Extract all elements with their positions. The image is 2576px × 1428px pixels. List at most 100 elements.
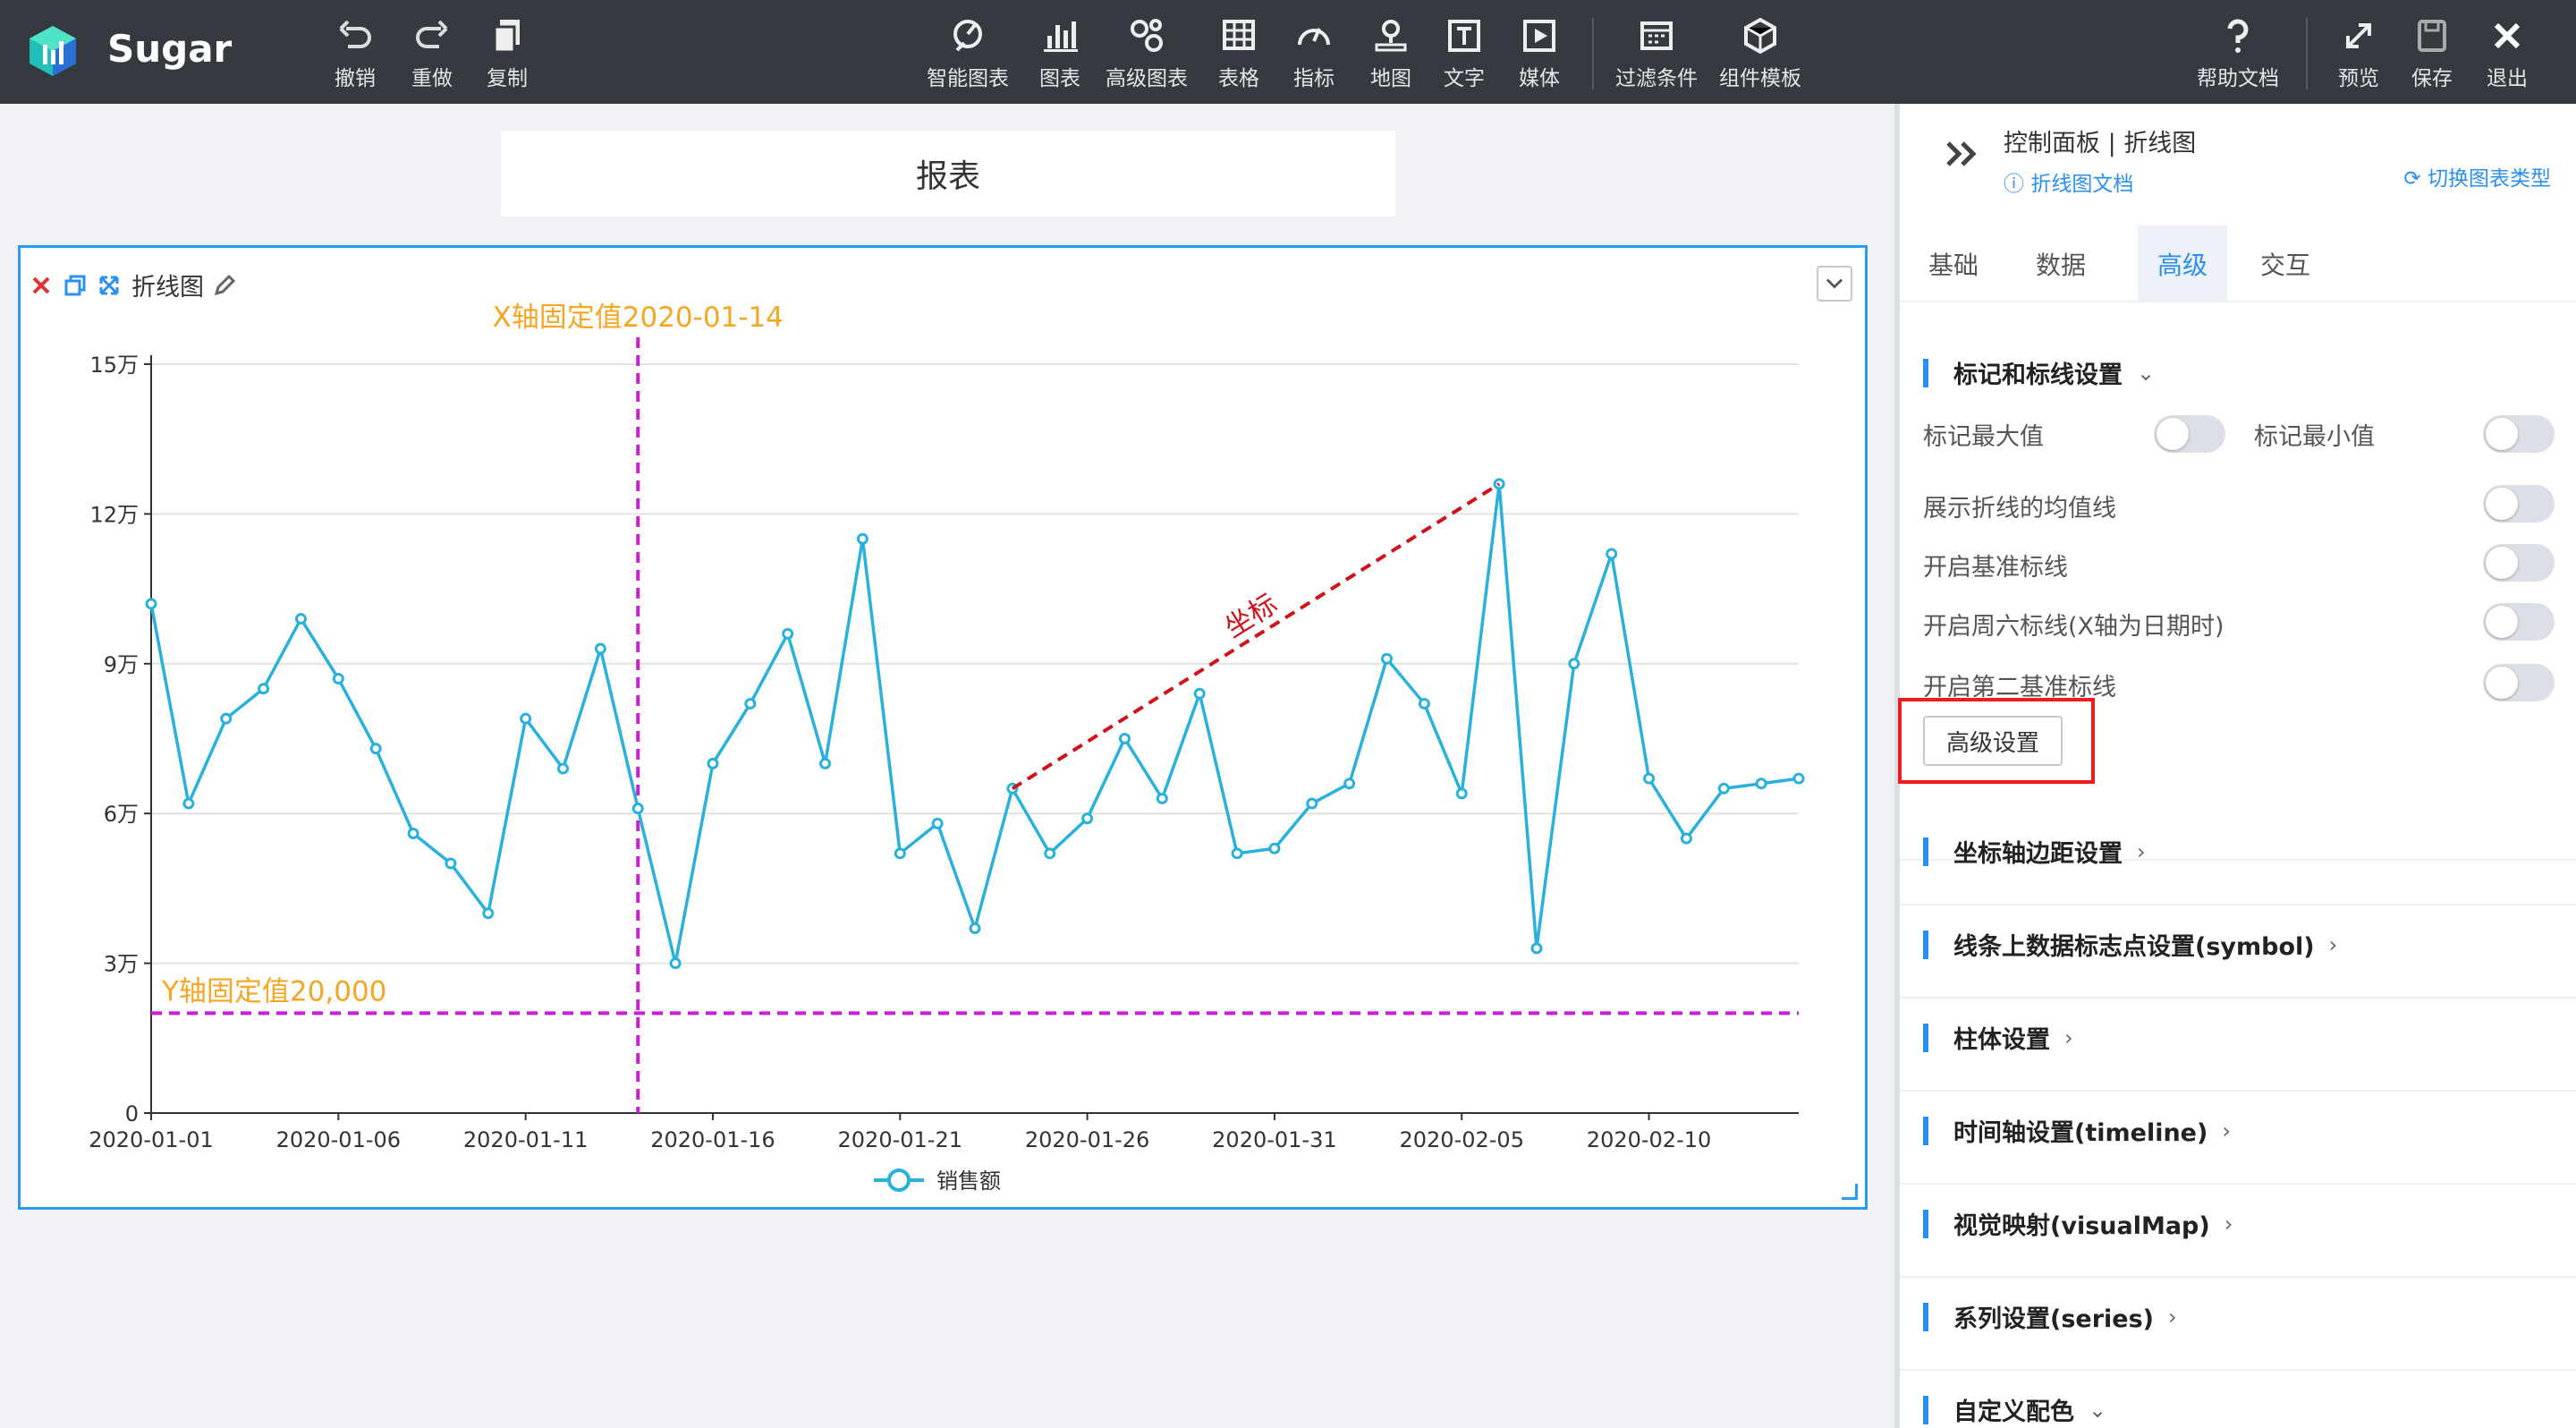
redo-button[interactable]: 重做 [411,16,453,93]
row-mark-min-label: 标记最小值 [2254,423,2375,451]
row-saturday-line-label: 开启周六标线(X轴为日期时) [1923,613,2224,641]
toolbar-divider [2306,18,2308,89]
data-point [1306,797,1318,810]
doc-link[interactable]: ⓘ 折线图文档 [2004,166,2133,197]
base-line-toggle[interactable] [2483,544,2555,582]
text-button[interactable]: 文字 [1444,16,1485,93]
data-point [1044,847,1056,860]
data-point [557,762,569,775]
y-tick-label: 15万 [89,353,139,378]
data-point [1193,687,1206,700]
y-tick-label: 3万 [104,952,139,977]
data-point [407,828,419,840]
divider [1900,1090,2576,1092]
exit-button[interactable]: 退出 [2487,16,2528,93]
y-tick-label: 9万 [104,652,139,677]
preview-button[interactable]: 预览 [2338,16,2379,93]
mark-max-toggle[interactable] [2154,415,2225,453]
component-template-button[interactable]: 组件模板 [1719,16,1801,93]
save-button[interactable]: 保存 [2411,16,2453,93]
bar-chart-icon [1044,21,1078,52]
sugar-logo-icon [30,26,76,76]
section-visualmap[interactable]: 视觉映射(visualMap) › [1923,1206,2233,1241]
data-point [594,642,606,655]
data-point [856,532,869,545]
data-point [1530,942,1543,955]
calendar-filter-icon [1640,21,1673,50]
y-tick-label: 12万 [89,502,139,527]
copy-button[interactable]: 复制 [487,16,528,93]
data-point [819,757,832,769]
top-toolbar: Sugar 撤销 重做 复制 智能图表 图表 高级图表 表格 指标 地图 文字 [0,0,2576,104]
data-point [1081,812,1094,825]
mark-min-toggle[interactable] [2483,415,2555,453]
undo-button[interactable]: 撤销 [335,16,376,93]
cube-icon [1744,17,1776,55]
data-point [258,683,270,695]
indicator-button[interactable]: 指标 [1293,16,1335,93]
table-button[interactable]: 表格 [1218,16,1259,93]
section-marks[interactable]: 标记和标线设置 ⌄ [1923,355,2155,390]
save-icon [2418,20,2446,52]
data-point [1268,842,1281,854]
smart-chart-icon [953,20,982,52]
panel-title: 控制面板 | 折线图 [2004,130,2197,157]
x-tick-label: 2020-01-06 [276,1127,401,1152]
highlight-box [1898,698,2095,784]
series-line [149,483,1800,965]
x-fixed-mark-label: X轴固定值2020-01-14 [493,302,784,334]
double-chevron-right-icon[interactable] [1943,136,1982,172]
data-point [1418,697,1430,710]
x-tick-label: 2020-01-21 [838,1127,962,1152]
data-point [1606,548,1618,560]
redo-icon [416,20,448,48]
tab-basic[interactable]: 基础 [1900,225,2007,302]
row-show-avg-label: 展示折线的均值线 [1923,495,2116,523]
tab-interaction[interactable]: 交互 [2227,225,2343,302]
media-button[interactable]: 媒体 [1519,16,1560,93]
section-custom-color[interactable]: 自定义配色 ⌄ [1923,1392,2106,1427]
saturday-line-toggle[interactable] [2483,603,2555,641]
x-tick-label: 2020-02-05 [1399,1127,1523,1152]
x-tick-label: 2020-01-16 [650,1127,775,1152]
help-doc-button[interactable]: 帮助文档 [2197,16,2279,93]
brand-name: Sugar [107,27,233,71]
section-timeline[interactable]: 时间轴设置(timeline) › [1923,1113,2231,1148]
data-point [445,857,457,870]
switch-chart-type-link[interactable]: ⟳ 切换图表类型 [2403,161,2551,191]
data-point [332,673,344,685]
report-canvas: 报表 折线图 0 3万 6万 9万 12万 15万 2020-01-01 2020-01-06… [0,104,1894,1428]
section-series[interactable]: 系列设置(series) › [1923,1299,2177,1334]
data-point [1755,778,1767,790]
line-chart-widget[interactable]: 折线图 0 3万 6万 9万 12万 15万 2020-01-01 2020-01-06 202… [18,245,1868,1210]
smart-chart-button[interactable]: 智能图表 [927,16,1009,93]
advanced-chart-button[interactable]: 高级图表 [1106,16,1188,93]
x-tick-label: 2020-01-31 [1212,1127,1336,1152]
x-tick-label: 2020-01-26 [1025,1127,1149,1152]
data-point [520,712,532,725]
data-point [1792,772,1805,785]
table-icon [1223,20,1255,50]
filter-button[interactable]: 过滤条件 [1615,16,1698,93]
show-avg-toggle[interactable] [2483,485,2555,523]
toolbar-divider [1592,18,1594,89]
data-point [369,743,382,755]
data-point [1680,832,1692,845]
tab-data[interactable]: 数据 [2007,225,2114,302]
x-tick-label: 2020-01-11 [463,1127,588,1152]
section-symbol[interactable]: 线条上数据标志点设置(symbol) › [1923,927,2337,962]
row-base-line-label: 开启基准标线 [1923,554,2068,582]
resize-handle[interactable] [1842,1184,1858,1200]
legend-label: 销售额 [936,1169,1001,1194]
section-bar[interactable]: 柱体设置 › [1923,1020,2073,1055]
map-button[interactable]: 地图 [1370,16,1411,93]
section-axis-margin[interactable]: 坐标轴边距设置 › [1923,834,2146,869]
x-tick-label: 2020-01-01 [89,1127,213,1152]
data-point [669,957,682,970]
data-point [782,627,794,640]
report-title[interactable]: 报表 [501,131,1395,217]
second-base-toggle[interactable] [2483,664,2555,701]
line-chart: 0 3万 6万 9万 12万 15万 2020-01-01 2020-01-06 2020-01… [89,302,1805,1194]
chart-button[interactable]: 图表 [1039,16,1080,93]
tab-advanced[interactable]: 高级 [2138,225,2227,302]
